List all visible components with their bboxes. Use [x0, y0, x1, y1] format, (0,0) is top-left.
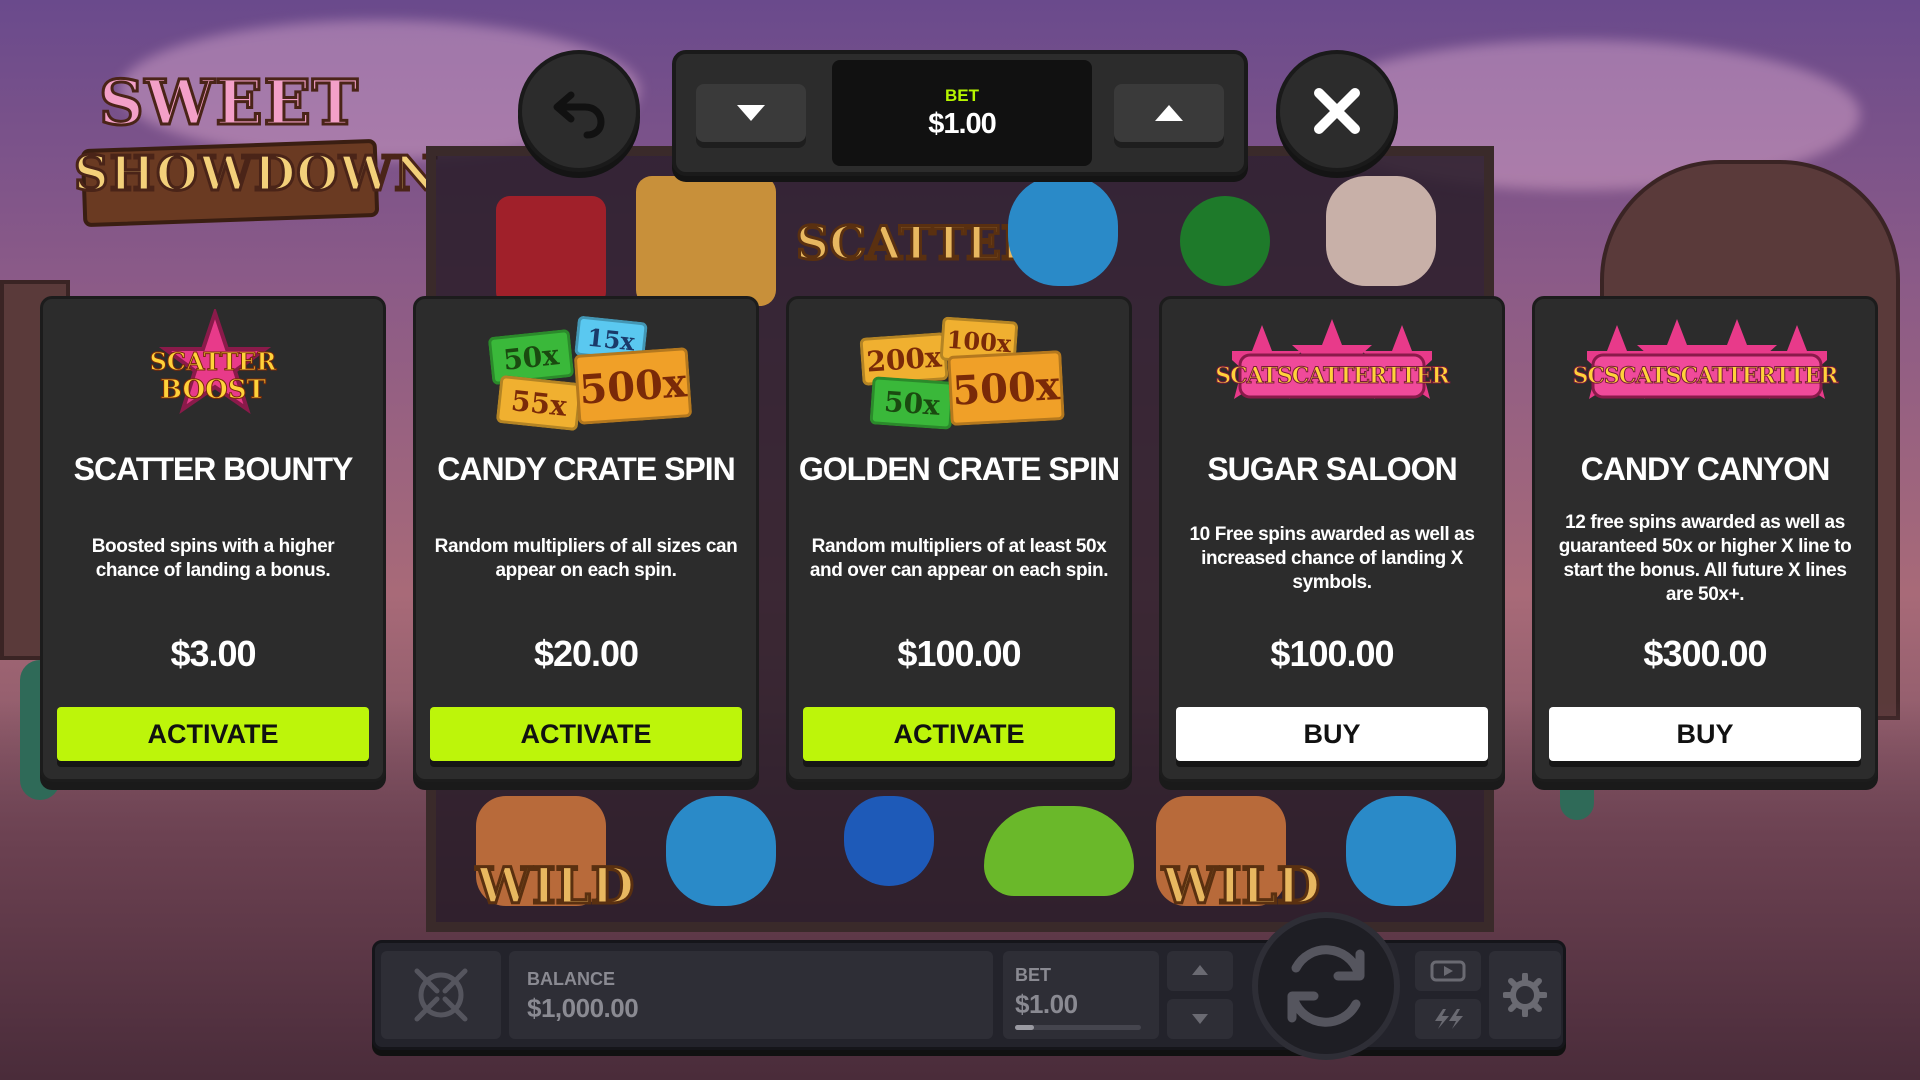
- scatter-boost-art: SCATTER BOOST: [43, 309, 383, 429]
- desc-line: chance of landing a bonus.: [95, 560, 331, 581]
- feature-card-candy-crate-spin: 50x 15x 55x 500x CANDY CRATE SPIN Random…: [413, 296, 759, 782]
- card-title: SCATTER BOUNTY: [73, 451, 354, 487]
- multiplier-tiles-art: 50x 15x 55x 500x: [416, 309, 756, 432]
- balance-label: BALANCE: [527, 969, 615, 989]
- wild-symbol-label: WILD: [474, 855, 635, 917]
- turbo-icon: [1435, 1009, 1463, 1029]
- blue-bear-symbol: [666, 796, 776, 906]
- feature-card-scatter-bounty: SCATTER BOOST SCATTER BOUNTY Boosted spi…: [40, 296, 386, 782]
- green-gem-symbol: [1180, 196, 1270, 286]
- card-price: $20.00: [533, 633, 639, 674]
- bet-display: BET $1.00: [832, 60, 1092, 166]
- bet-label: BET: [1015, 965, 1051, 985]
- multiplier-tile: 50x: [869, 376, 955, 430]
- multiplier-tile: 55x: [495, 374, 583, 432]
- desc-line: increased chance of landing X: [1201, 548, 1463, 569]
- spin-icon: [1287, 945, 1365, 1027]
- logo-line-1: SWEET: [97, 65, 360, 141]
- bet-progress-fill: [1015, 1025, 1034, 1030]
- activate-button[interactable]: ACTIVATE: [803, 707, 1115, 761]
- blue-heart-symbol: [844, 796, 934, 886]
- blue-bear-symbol: [1346, 796, 1456, 906]
- desc-line: guaranteed 50x or higher X line to: [1558, 536, 1852, 557]
- card-price: $100.00: [897, 633, 1021, 674]
- scatter-stars-art: SCSCATSCATTERTTER: [1535, 309, 1875, 429]
- back-button[interactable]: [518, 50, 640, 172]
- card-price: $3.00: [170, 633, 256, 674]
- triangle-up-icon: [1155, 105, 1183, 121]
- bet-panel: BET $1.00: [1003, 951, 1159, 1039]
- multiplier-tile: 500x: [573, 347, 693, 425]
- bet-up-button[interactable]: [1167, 951, 1233, 991]
- card-title: SUGAR SALOON: [1207, 451, 1457, 487]
- bet-decrease-button[interactable]: [696, 84, 806, 142]
- card-title: GOLDEN CRATE SPIN: [798, 451, 1120, 487]
- activate-button[interactable]: ACTIVATE: [430, 707, 742, 761]
- activate-button[interactable]: ACTIVATE: [57, 707, 369, 761]
- bet-label: BET: [945, 86, 979, 105]
- turbo-button[interactable]: [1415, 999, 1481, 1039]
- compass-logo-icon: [414, 968, 468, 1022]
- red-cube-symbol: [496, 196, 606, 306]
- balance-value: $1,000.00: [527, 993, 639, 1023]
- badge-text: SCATSCATTERTTER: [1215, 363, 1451, 390]
- desc-line: Random multipliers of all sizes can: [434, 536, 738, 557]
- bet-down-button[interactable]: [1167, 999, 1233, 1039]
- bet-value: $1.00: [928, 108, 997, 140]
- triangle-down-icon: [1192, 1014, 1208, 1024]
- wild-symbol-label: WILD: [1160, 855, 1321, 917]
- triangle-up-icon: [1192, 965, 1208, 975]
- x-symbol: [636, 176, 776, 306]
- desc-line: symbols.: [1292, 572, 1372, 593]
- feature-card-sugar-saloon: SCATSCATTERTTER SUGAR SALOON 10 Free spi…: [1159, 296, 1505, 782]
- desc-line: 10 Free spins awarded as well as: [1189, 524, 1475, 545]
- balance-panel: BALANCE $1,000.00: [509, 951, 993, 1039]
- multiplier-tile: 500x: [947, 350, 1065, 426]
- desc-line: Random multipliers of at least 50x: [811, 536, 1107, 557]
- desc-line: are 50x+.: [1665, 584, 1745, 605]
- autoplay-button[interactable]: [1415, 951, 1481, 991]
- undo-arrow-icon: [553, 91, 605, 139]
- buy-button[interactable]: BUY: [1176, 707, 1488, 761]
- bet-selector: BET $1.00: [672, 50, 1248, 176]
- badge-text: SCSCATSCATTERTTER: [1572, 363, 1839, 390]
- feature-card-golden-crate-spin: 200x 100x 50x 500x GOLDEN CRATE SPIN Ran…: [786, 296, 1132, 782]
- close-button[interactable]: [1276, 50, 1398, 172]
- badge-line-1: SCATTER: [149, 347, 277, 377]
- desc-line: 12 free spins awarded as well as: [1565, 512, 1845, 533]
- bet-progress-track: [1015, 1025, 1141, 1030]
- bet-value: $1.00: [1015, 989, 1078, 1019]
- green-hat-symbol: [984, 806, 1134, 896]
- triangle-down-icon: [737, 105, 765, 121]
- multiplier-tiles-art: 200x 100x 50x 500x: [789, 309, 1129, 430]
- desc-line: start the bonus. All future X lines: [1563, 560, 1847, 581]
- scatter-stars-art: SCATSCATTERTTER: [1162, 309, 1502, 429]
- blue-bear-symbol: [1008, 176, 1118, 286]
- logo-panel: [381, 951, 501, 1039]
- logo-line-2: SHOWDOWN: [73, 145, 440, 204]
- skull-cowboy-symbol: [1326, 176, 1436, 286]
- card-title: CANDY CRATE SPIN: [437, 451, 736, 487]
- desc-line: Boosted spins with a higher: [91, 536, 335, 557]
- feature-card-candy-canyon: SCSCATSCATTERTTER CANDY CANYON 12 free s…: [1532, 296, 1878, 782]
- close-icon: [1314, 88, 1360, 134]
- autoplay-icon: [1430, 960, 1466, 982]
- card-price: $300.00: [1643, 633, 1767, 674]
- desc-line: and over can appear on each spin.: [809, 560, 1109, 581]
- buy-button[interactable]: BUY: [1549, 707, 1861, 761]
- settings-button[interactable]: [1489, 951, 1561, 1039]
- bet-increase-button[interactable]: [1114, 84, 1224, 142]
- desc-line: appear on each spin.: [495, 560, 677, 581]
- scatter-symbol-label: SCATTER: [794, 215, 1040, 272]
- card-title: CANDY CANYON: [1580, 451, 1831, 487]
- gear-icon: [1503, 973, 1547, 1017]
- card-price: $100.00: [1270, 633, 1394, 674]
- game-logo: SWEET SHOWDOWN: [73, 65, 440, 236]
- badge-line-2: BOOST: [160, 375, 267, 406]
- spin-button[interactable]: [1252, 912, 1400, 1060]
